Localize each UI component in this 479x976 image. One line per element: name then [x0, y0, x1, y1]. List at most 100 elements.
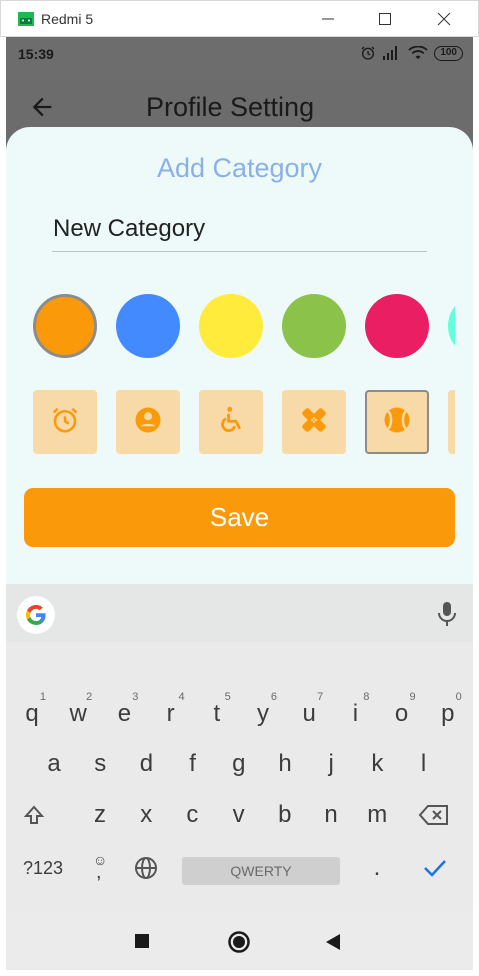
color-picker: [33, 294, 455, 362]
icon-tile[interactable]: [365, 390, 429, 454]
key-d[interactable]: d: [126, 738, 166, 790]
key-label: s: [94, 750, 107, 777]
key-hint: 9: [409, 691, 416, 703]
icon-tile[interactable]: [282, 390, 346, 454]
back-arrow-icon[interactable]: [28, 93, 56, 121]
keyboard-suggestion-bar: [6, 584, 473, 642]
key-h[interactable]: h: [265, 738, 305, 790]
key-label: g: [232, 750, 246, 777]
key-p[interactable]: p0: [428, 688, 468, 740]
icon-tile[interactable]: [448, 390, 455, 454]
period-key[interactable]: .: [357, 842, 397, 894]
status-time: 15:39: [18, 46, 54, 62]
key-i[interactable]: i8: [335, 688, 375, 740]
category-name-input[interactable]: [52, 207, 427, 252]
symbols-key[interactable]: ?123: [16, 842, 70, 894]
key-c[interactable]: c: [172, 789, 212, 841]
key-label: u: [302, 700, 316, 727]
home-circle-icon[interactable]: [227, 930, 251, 954]
key-label: b: [278, 801, 292, 828]
window-titlebar: Redmi 5: [0, 0, 479, 37]
key-a[interactable]: a: [34, 738, 74, 790]
key-hint: 5: [224, 691, 231, 703]
key-label: z: [94, 801, 106, 828]
key-hint: 0: [455, 691, 462, 703]
key-label: l: [420, 750, 427, 777]
key-r[interactable]: r4: [151, 688, 191, 740]
key-hint: 4: [178, 691, 185, 703]
google-icon[interactable]: [17, 596, 55, 634]
key-n[interactable]: n: [311, 789, 351, 841]
key-t[interactable]: t5: [197, 688, 237, 740]
color-swatch[interactable]: [199, 294, 263, 358]
healing-icon: [299, 405, 329, 440]
key-l[interactable]: l: [404, 738, 444, 790]
key-label: c: [186, 801, 199, 828]
key-w[interactable]: w2: [58, 688, 98, 740]
key-label: j: [328, 750, 334, 777]
key-hint: 1: [39, 691, 46, 703]
color-swatch[interactable]: [33, 294, 97, 358]
key-label: e: [117, 700, 132, 727]
key-hint: 3: [132, 691, 139, 703]
back-triangle-icon[interactable]: [324, 933, 342, 951]
status-bar: 15:39 100: [6, 37, 473, 71]
key-label: h: [278, 750, 292, 777]
window-title: Redmi 5: [41, 11, 94, 27]
enter-key[interactable]: [415, 842, 455, 894]
microphone-icon[interactable]: [435, 600, 459, 628]
icon-tile[interactable]: [33, 390, 97, 454]
key-f[interactable]: f: [173, 738, 213, 790]
emoji-key[interactable]: ☺ ,: [80, 842, 120, 894]
wifi-icon: [408, 46, 428, 60]
key-m[interactable]: m: [357, 789, 397, 841]
page-title: Profile Setting: [146, 92, 315, 122]
color-swatch[interactable]: [448, 294, 455, 358]
color-swatch[interactable]: [282, 294, 346, 358]
key-s[interactable]: s: [80, 738, 120, 790]
color-swatch[interactable]: [116, 294, 180, 358]
key-b[interactable]: b: [265, 789, 305, 841]
key-label: o: [394, 700, 409, 727]
key-y[interactable]: y6: [243, 688, 283, 740]
android-nav-bar: [6, 911, 473, 970]
globe-key[interactable]: [126, 842, 166, 894]
maximize-icon[interactable]: [375, 9, 395, 29]
key-label: d: [139, 750, 154, 777]
color-swatch[interactable]: [365, 294, 429, 358]
android-app-icon: [18, 12, 34, 26]
key-x[interactable]: x: [126, 789, 166, 841]
comma-label: ,: [96, 861, 102, 883]
key-k[interactable]: k: [357, 738, 397, 790]
recents-square-icon[interactable]: [134, 933, 150, 949]
key-v[interactable]: v: [219, 789, 259, 841]
key-hint: 6: [270, 691, 277, 703]
key-hint: 7: [317, 691, 324, 703]
key-label: p: [441, 700, 455, 727]
add-category-sheet: Add Category Save: [6, 127, 473, 597]
dialog-title: Add Category: [156, 153, 323, 183]
icon-tile[interactable]: [116, 390, 180, 454]
key-u[interactable]: u7: [289, 688, 329, 740]
backspace-key[interactable]: [414, 789, 454, 841]
key-o[interactable]: o9: [382, 688, 422, 740]
key-label: i: [352, 700, 359, 727]
key-hint: 8: [363, 691, 370, 703]
shift-key[interactable]: [14, 789, 54, 841]
key-label: v: [232, 801, 245, 828]
spacebar[interactable]: QWERTY: [182, 857, 340, 885]
minimize-icon[interactable]: [318, 9, 338, 29]
close-icon[interactable]: [434, 9, 454, 29]
key-label: x: [140, 801, 153, 828]
key-label: k: [371, 750, 384, 777]
alarm-icon: [361, 46, 375, 60]
key-g[interactable]: g: [219, 738, 259, 790]
key-e[interactable]: e3: [104, 688, 144, 740]
soft-keyboard: q1w2e3r4t5y6u7i8o9p0asdfghjklzxcvbnm ?12…: [6, 584, 473, 911]
key-j[interactable]: j: [311, 738, 351, 790]
key-label: a: [47, 750, 61, 777]
key-label: n: [324, 801, 338, 828]
icon-tile[interactable]: [199, 390, 263, 454]
save-button[interactable]: Save: [24, 488, 455, 547]
key-q[interactable]: q1: [12, 688, 52, 740]
